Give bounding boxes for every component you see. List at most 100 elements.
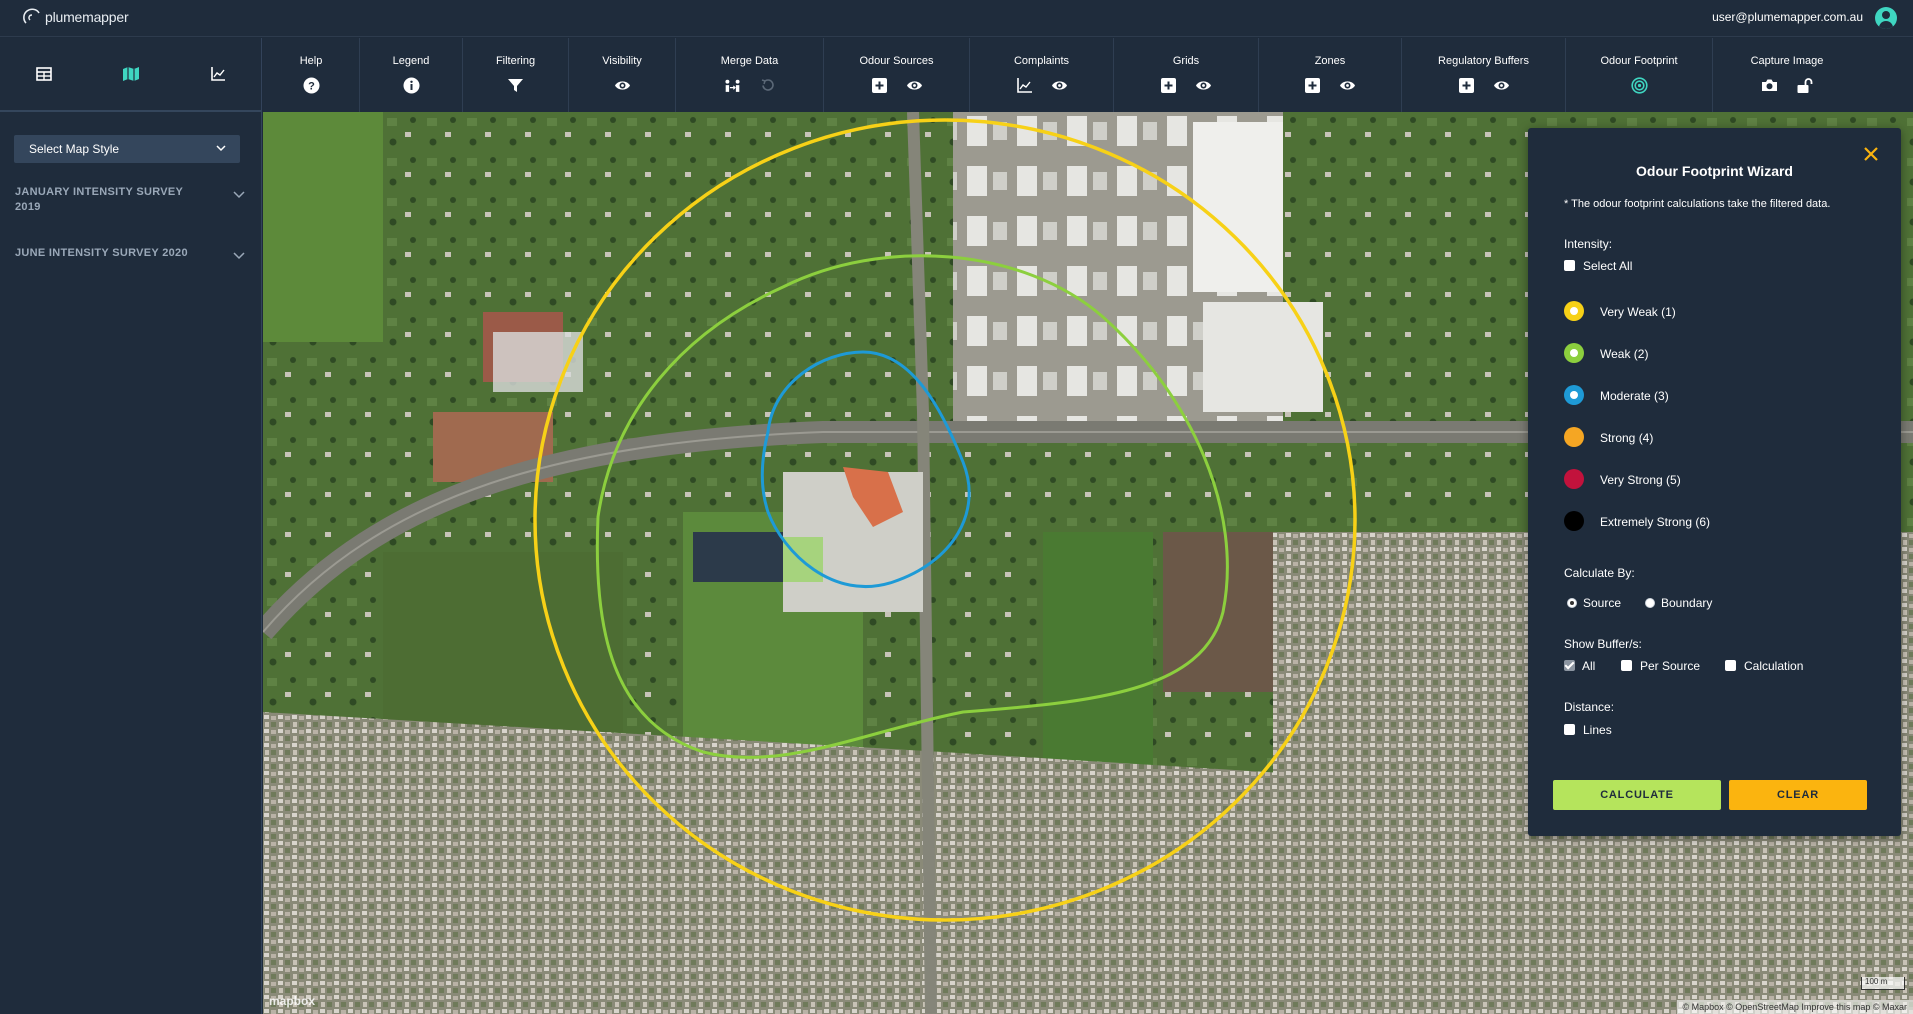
eye-icon[interactable] [1493, 77, 1510, 94]
intensity-very-weak-label: Very Weak (1) [1600, 305, 1676, 319]
intensity-strong-toggle[interactable] [1564, 427, 1584, 447]
sidebar-tabs [0, 38, 261, 112]
tab-chart[interactable] [174, 38, 261, 110]
buffer-calculation-label: Calculation [1744, 659, 1804, 673]
logo-text: plumemapper [45, 9, 129, 25]
intensity-weak-label: Weak (2) [1600, 347, 1649, 361]
tool-label: Odour Footprint [1600, 55, 1678, 67]
intensity-weak-toggle[interactable] [1564, 343, 1584, 363]
tool-odour-footprint: Odour Footprint [1566, 38, 1713, 112]
app-logo[interactable]: plumemapper [22, 7, 129, 27]
intensity-strong-label: Strong (4) [1600, 431, 1654, 445]
tool-label: Odour Sources [859, 55, 934, 67]
tool-legend: Legend [360, 38, 463, 112]
chevron-down-icon [216, 145, 226, 152]
tool-grids: Grids [1114, 38, 1259, 112]
tool-label: Filtering [495, 55, 536, 67]
intensity-very-weak-toggle[interactable] [1564, 301, 1584, 321]
tool-help: Help ? [263, 38, 360, 112]
select-all-label: Select All [1583, 259, 1633, 273]
map-icon [122, 67, 139, 81]
survey-label: JUNE INTENSITY SURVEY 2020 [15, 247, 188, 259]
map-scale: 100 m [1861, 977, 1905, 990]
calculate-by-boundary-radio[interactable] [1645, 598, 1655, 608]
distance-label: Distance: [1564, 700, 1615, 714]
buffer-calculation-checkbox[interactable] [1725, 660, 1736, 671]
logo-icon [23, 8, 40, 24]
intensity-very-strong-label: Very Strong (5) [1600, 473, 1681, 487]
eye-icon[interactable] [1051, 77, 1068, 94]
info-icon[interactable] [403, 77, 420, 94]
tab-table[interactable] [0, 38, 87, 110]
survey-item-january-2019[interactable]: JANUARY INTENSITY SURVEY 2019 [15, 185, 245, 215]
wizard-title: Odour Footprint Wizard [1636, 163, 1793, 179]
wizard-note: * The odour footprint calculations take … [1564, 198, 1831, 210]
buffer-all-checkbox[interactable] [1564, 660, 1575, 671]
map-attribution[interactable]: © Mapbox © OpenStreetMap Improve this ma… [1676, 1000, 1913, 1014]
filter-icon[interactable] [507, 77, 524, 94]
distance-lines-label: Lines [1583, 723, 1612, 737]
tab-map[interactable] [87, 38, 174, 110]
buffer-per-source-checkbox[interactable] [1621, 660, 1632, 671]
add-icon[interactable] [1160, 77, 1177, 94]
svg-text:?: ? [308, 81, 315, 93]
add-icon[interactable] [1458, 77, 1475, 94]
camera-icon[interactable] [1761, 77, 1778, 94]
map-style-label: Select Map Style [29, 142, 120, 156]
eye-icon[interactable] [1195, 77, 1212, 94]
calculate-by-source-label: Source [1583, 596, 1622, 610]
undo-icon[interactable] [759, 77, 776, 94]
select-all-checkbox[interactable] [1564, 260, 1575, 271]
tool-label: Merge Data [720, 55, 779, 67]
table-icon [35, 67, 52, 81]
tool-capture-image: Capture Image [1713, 38, 1861, 112]
chevron-down-icon [233, 191, 245, 199]
survey-item-june-2020[interactable]: JUNE INTENSITY SURVEY 2020 [15, 246, 245, 261]
intensity-very-strong-toggle[interactable] [1564, 469, 1584, 489]
calculate-by-label: Calculate By: [1564, 566, 1635, 580]
tool-odour-sources: Odour Sources [824, 38, 970, 112]
distance-lines-checkbox[interactable] [1564, 724, 1575, 735]
chart-icon [210, 67, 225, 81]
eye-icon[interactable] [1339, 77, 1356, 94]
buffer-per-source-label: Per Source [1640, 659, 1701, 673]
tool-complaints: Complaints [970, 38, 1114, 112]
odour-footprint-wizard: Odour Footprint Wizard * The odour footp… [1528, 128, 1901, 836]
calculate-by-boundary-label: Boundary [1661, 596, 1713, 610]
close-icon[interactable] [1863, 146, 1879, 162]
tool-zones: Zones [1259, 38, 1402, 112]
tool-label: Visibility [602, 55, 642, 67]
eye-icon[interactable] [906, 77, 923, 94]
calculate-by-source-radio[interactable] [1567, 598, 1577, 608]
survey-label: JANUARY INTENSITY SURVEY 2019 [15, 186, 183, 213]
add-icon[interactable] [1304, 77, 1321, 94]
chart-icon[interactable] [1016, 77, 1033, 94]
tool-label: Legend [392, 55, 430, 67]
tool-merge-data: Merge Data [676, 38, 824, 112]
tool-regulatory-buffers: Regulatory Buffers [1402, 38, 1566, 112]
top-header: plumemapper user@plumemapper.com.au [0, 0, 1913, 37]
tool-label: Help [299, 55, 323, 67]
add-icon[interactable] [871, 77, 888, 94]
tool-label: Grids [1172, 55, 1200, 67]
help-icon[interactable]: ? [303, 77, 320, 94]
main-toolbar: Help ? Legend Filtering Visibility Merge… [263, 38, 1913, 112]
clear-button[interactable]: CLEAR [1729, 780, 1867, 810]
user-email[interactable]: user@plumemapper.com.au [1712, 10, 1863, 24]
user-avatar-icon[interactable] [1875, 7, 1897, 29]
show-buffers-label: Show Buffer/s: [1564, 637, 1642, 651]
map-style-select[interactable]: Select Map Style [14, 135, 240, 163]
tool-visibility: Visibility [569, 38, 676, 112]
intensity-extremely-strong-label: Extremely Strong (6) [1600, 515, 1711, 529]
intensity-label: Intensity: [1564, 237, 1613, 251]
target-icon[interactable] [1630, 77, 1648, 94]
intensity-extremely-strong-toggle[interactable] [1564, 511, 1584, 531]
tool-label: Complaints [1013, 55, 1070, 67]
calculate-button[interactable]: CALCULATE [1553, 780, 1721, 810]
eye-icon[interactable] [614, 77, 631, 94]
intensity-moderate-label: Moderate (3) [1600, 389, 1669, 403]
unlock-icon[interactable] [1796, 77, 1813, 94]
intensity-moderate-toggle[interactable] [1564, 385, 1584, 405]
merge-icon[interactable] [724, 77, 741, 94]
buffer-all-label: All [1582, 659, 1596, 673]
